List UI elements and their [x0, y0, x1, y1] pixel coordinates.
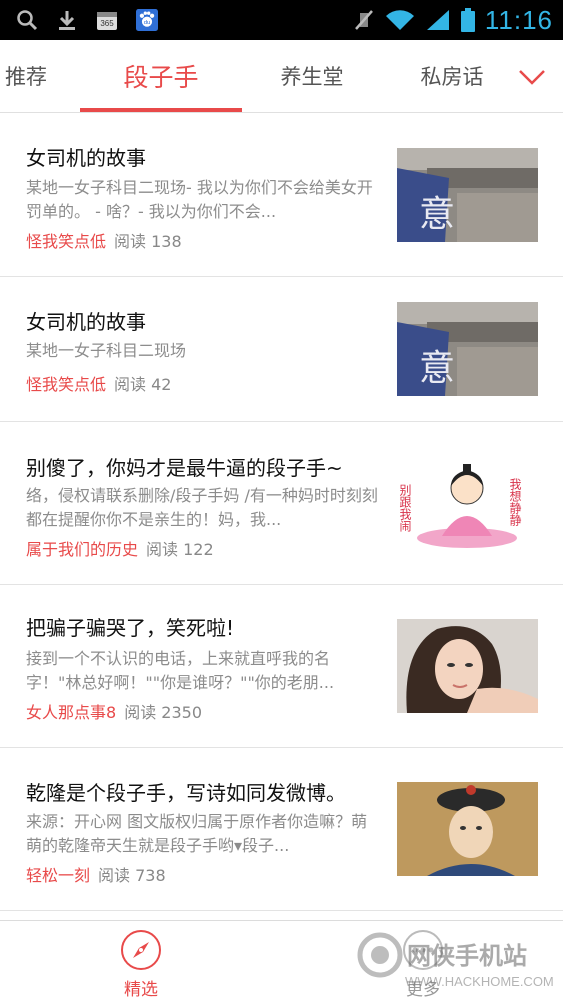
svg-text:意: 意 — [419, 348, 455, 389]
category-tab-bar: 推荐 段子手 养生堂 私房话 — [0, 40, 563, 113]
active-tab-indicator — [80, 108, 242, 112]
calendar-icon: 365 — [96, 9, 118, 31]
svg-text:意: 意 — [419, 194, 455, 235]
baidu-icon: du — [136, 9, 158, 31]
feed-item[interactable]: 乾隆是个段子手，写诗如同发微博。 来源：开心网 图文版权归属于原作者你造嘛？萌萌… — [0, 748, 563, 911]
download-icon — [56, 9, 78, 31]
tab-duanzishou[interactable]: 段子手 — [80, 40, 242, 112]
item-source[interactable]: 轻松一刻 — [26, 866, 90, 885]
item-meta: 怪我笑点低 阅读 138 — [26, 228, 182, 252]
clock: 11:16 — [484, 4, 553, 35]
item-meta: 属于我们的历史 阅读 122 — [26, 536, 214, 560]
watermark-url: WWW.HACKHOME.COM — [405, 974, 554, 989]
wifi-icon — [385, 9, 415, 31]
item-meta: 女人那点事8 阅读 2350 — [26, 699, 202, 723]
item-title: 女司机的故事 — [26, 310, 146, 334]
watermark-logo-icon — [357, 932, 403, 978]
item-read-count: 阅读 122 — [146, 540, 214, 559]
nav-label: 精选 — [124, 980, 158, 1000]
mute-icon — [353, 9, 375, 31]
battery-icon — [460, 8, 475, 32]
item-meta: 怪我笑点低 阅读 42 — [26, 371, 171, 395]
tab-yangshengtang[interactable]: 养生堂 — [250, 40, 374, 112]
chevron-down-icon[interactable] — [517, 62, 547, 92]
item-summary: 某地一女子科目二现场 — [26, 341, 187, 360]
thumb-caption: 我想静静 — [508, 478, 522, 526]
tab-recommend[interactable]: 推荐 — [0, 40, 62, 112]
item-read-count: 阅读 2350 — [124, 703, 202, 722]
item-summary: 接到一个不认识的电话，上来就直呼我的名字！"林总好啊！""你是谁呀？""你的老朋… — [26, 649, 335, 692]
item-title: 把骗子骗哭了，笑死啦! — [26, 616, 235, 640]
item-read-count: 阅读 138 — [114, 232, 182, 251]
item-summary: 某地一女子科目二现场- 我以为你们不会给美女开罚单的。 - 啥？- 我以为你们不… — [26, 178, 373, 221]
item-thumbnail[interactable]: 意 — [397, 302, 538, 396]
watermark-text: 网侠手机站 — [407, 942, 527, 970]
item-thumbnail[interactable] — [397, 782, 538, 876]
item-meta: 轻松一刻 阅读 738 — [26, 862, 166, 886]
nav-featured[interactable]: 精选 — [71, 921, 211, 1002]
item-summary: 络，侵权请联系删除/段子手妈 /有一种妈时时刻刻都在提醒你你不是亲生的！妈，我.… — [26, 486, 378, 529]
feed-item[interactable]: 别傻了，你妈才是最牛逼的段子手~ 络，侵权请联系删除/段子手妈 /有一种妈时时刻… — [0, 422, 563, 585]
item-title: 别傻了，你妈才是最牛逼的段子手~ — [26, 456, 343, 480]
watermark: 网侠手机站 WWW.HACKHOME.COM — [357, 928, 557, 998]
item-thumbnail[interactable]: 意 — [397, 148, 538, 242]
item-thumbnail[interactable] — [397, 619, 538, 713]
item-read-count: 阅读 42 — [114, 375, 172, 394]
item-source[interactable]: 属于我们的历史 — [26, 540, 138, 559]
search-icon — [16, 9, 38, 31]
item-title: 乾隆是个段子手，写诗如同发微博。 — [26, 781, 346, 805]
thumb-caption: 别跟我闹 — [398, 484, 412, 532]
compass-icon — [120, 929, 162, 971]
article-feed: 女司机的故事 某地一女子科目二现场- 我以为你们不会给美女开罚单的。 - 啥？-… — [0, 114, 563, 920]
feed-item[interactable]: 把骗子骗哭了，笑死啦! 接到一个不认识的电话，上来就直呼我的名字！"林总好啊！"… — [0, 585, 563, 748]
signal-icon — [425, 9, 451, 31]
feed-item[interactable]: 女司机的故事 某地一女子科目二现场- 我以为你们不会给美女开罚单的。 - 啥？-… — [0, 114, 563, 277]
status-bar: 365 du 11:16 — [0, 0, 563, 40]
feed-item[interactable]: 女司机的故事 某地一女子科目二现场 怪我笑点低 阅读 42 意 — [0, 277, 563, 422]
item-source[interactable]: 怪我笑点低 — [26, 375, 106, 394]
item-source[interactable]: 怪我笑点低 — [26, 232, 106, 251]
item-source[interactable]: 女人那点事8 — [26, 703, 116, 722]
item-title: 女司机的故事 — [26, 146, 146, 170]
svg-text:du: du — [144, 20, 151, 26]
item-read-count: 阅读 738 — [98, 866, 166, 885]
item-summary: 来源：开心网 图文版权归属于原作者你造嘛？萌萌的乾隆帝天生就是段子手哟▾段子..… — [26, 812, 368, 855]
tab-sifanghua[interactable]: 私房话 — [392, 40, 512, 112]
item-thumbnail[interactable]: 别跟我闹 我想静静 — [397, 456, 538, 550]
svg-text:365: 365 — [100, 19, 114, 28]
